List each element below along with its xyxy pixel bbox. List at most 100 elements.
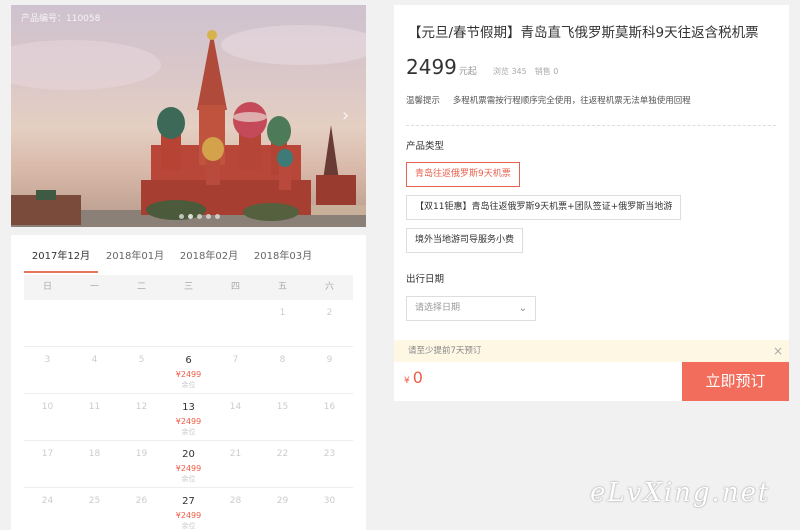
day-number [24,308,71,320]
order-total: ¥ 0 [404,368,423,387]
day-number: 17 [41,449,54,459]
carousel-dots [179,214,220,219]
month-tabs: 2017年12月 2018年01月 2018年02月 2018年03月 [24,247,320,273]
calendar-day-available[interactable]: 13 ¥2499 余位 [165,394,212,440]
tip-text: 多程机票需按行程顺序完全使用，往返程机票无法单独使用回程 [452,96,691,106]
weekday-label: 一 [89,282,99,292]
calendar-day [212,300,259,346]
day-number: 22 [276,449,289,459]
carousel-dot[interactable] [206,214,211,219]
calendar-day [118,300,165,346]
option-flight-only[interactable]: 青岛往返俄罗斯9天机票 [406,162,520,187]
day-number [71,308,118,320]
day-number: 15 [276,402,289,412]
day-number: 14 [229,402,242,412]
calendar-day: 28 [212,488,259,530]
tab-month[interactable]: 2017年12月 [24,247,98,273]
product-type-label: 产品类型 [406,141,445,152]
book-now-button[interactable]: 立即预订 [682,362,789,401]
day-price: ¥2499 [175,417,202,426]
calendar-week-row: 10 11 12 13 ¥2499 余位 14 15 16 [24,394,353,441]
calendar-day: 9 [306,347,353,393]
chevron-right-icon[interactable]: › [342,105,352,126]
calendar-day: 2 [306,300,353,346]
day-number: 11 [88,402,101,412]
calendar-day: 29 [259,488,306,530]
day-number: 7 [232,355,239,365]
calendar-day [24,300,71,346]
calendar-day: 15 [259,394,306,440]
price-value: 2499 [406,55,457,79]
close-icon[interactable]: × [773,340,783,362]
day-number: 4 [91,355,98,365]
divider [406,125,776,126]
calendar-day-available[interactable]: 20 ¥2499 余位 [165,441,212,487]
calendar-day: 7 [212,347,259,393]
calendar-week-row: 12 [24,300,353,347]
calendar-day [71,300,118,346]
calendar-grid: 日 一 二 三 四 五 六 1 2 3 4 5 6 ¥2499 余位 7 8 9 10 11 12 13 ¥2… [24,275,353,530]
day-number: 9 [326,355,333,365]
notice-bar: 请至少提前7天预订 × [394,340,789,362]
calendar-day: 17 [24,441,71,487]
calendar-body: 1 2 3 4 5 6 ¥2499 余位 7 8 9 10 11 12 13 ¥2499 余位 14 15 16 17 1… [24,300,353,530]
carousel-dot[interactable] [197,214,202,219]
day-number: 2 [326,308,333,318]
day-number [212,308,259,320]
day-stock: 余位 [181,475,196,483]
product-photo[interactable]: 产品编号：110058 › [11,5,366,227]
day-price: ¥2499 [175,511,202,520]
product-code: 产品编号：110058 [21,14,101,24]
date-placeholder: 请选择日期 [415,303,461,313]
day-number: 13 [182,402,195,413]
day-number [118,308,165,320]
day-number: 10 [41,402,54,412]
day-number: 12 [135,402,148,412]
day-number: 23 [323,449,336,459]
day-stock: 余位 [181,522,196,530]
calendar-day: 18 [71,441,118,487]
currency-symbol: ¥ [404,376,410,386]
calendar-day: 23 [306,441,353,487]
day-number: 5 [138,355,145,365]
tab-month[interactable]: 2018年01月 [98,247,172,273]
calendar-day: 11 [71,394,118,440]
calendar-week-row: 17 18 19 20 ¥2499 余位 21 22 23 [24,441,353,488]
calendar-day: 8 [259,347,306,393]
calendar-day-available[interactable]: 27 ¥2499 余位 [165,488,212,530]
price-calendar: 2017年12月 2018年01月 2018年02月 2018年03月 日 一 … [11,235,366,530]
day-number: 16 [323,402,336,412]
tab-month[interactable]: 2018年02月 [172,247,246,273]
tab-month[interactable]: 2018年03月 [246,247,320,273]
calendar-day: 30 [306,488,353,530]
calendar-day: 4 [71,347,118,393]
carousel-dot[interactable] [188,214,193,219]
day-number: 6 [185,355,192,366]
day-number: 25 [88,496,101,506]
weekday-header: 日 一 二 三 四 五 六 [24,275,353,300]
day-number: 27 [182,496,195,507]
calendar-day-available[interactable]: 6 ¥2499 余位 [165,347,212,393]
day-number: 30 [323,496,336,506]
calendar-week-row: 24 25 26 27 ¥2499 余位 28 29 30 [24,488,353,530]
calendar-day: 1 [259,300,306,346]
calendar-day [165,300,212,346]
calendar-day: 24 [24,488,71,530]
calendar-day: 25 [71,488,118,530]
watermark: eLvXing.net [590,478,771,508]
day-number: 1 [279,308,286,318]
calendar-day: 3 [24,347,71,393]
product-panel: 【元旦/春节假期】青岛直飞俄罗斯莫斯科9天往返含税机票 2499 元起 浏览 3… [394,5,789,401]
day-price: ¥2499 [175,370,202,379]
day-number: 3 [44,355,51,365]
carousel-dot[interactable] [179,214,184,219]
carousel-dot[interactable] [215,214,220,219]
date-select[interactable]: 请选择日期 ⌄ [406,296,536,321]
option-flight-visa-tour[interactable]: 【双11钜惠】青岛往返俄罗斯9天机票+团队签证+俄罗斯当地游 [406,195,682,220]
day-number: 24 [41,496,54,506]
calendar-week-row: 3 4 5 6 ¥2499 余位 7 8 9 [24,347,353,394]
price-unit: 元起 [458,67,477,77]
option-guide-tip[interactable]: 境外当地游司导服务小费 [406,228,524,253]
weekday-label: 六 [324,282,334,292]
day-number: 21 [229,449,242,459]
